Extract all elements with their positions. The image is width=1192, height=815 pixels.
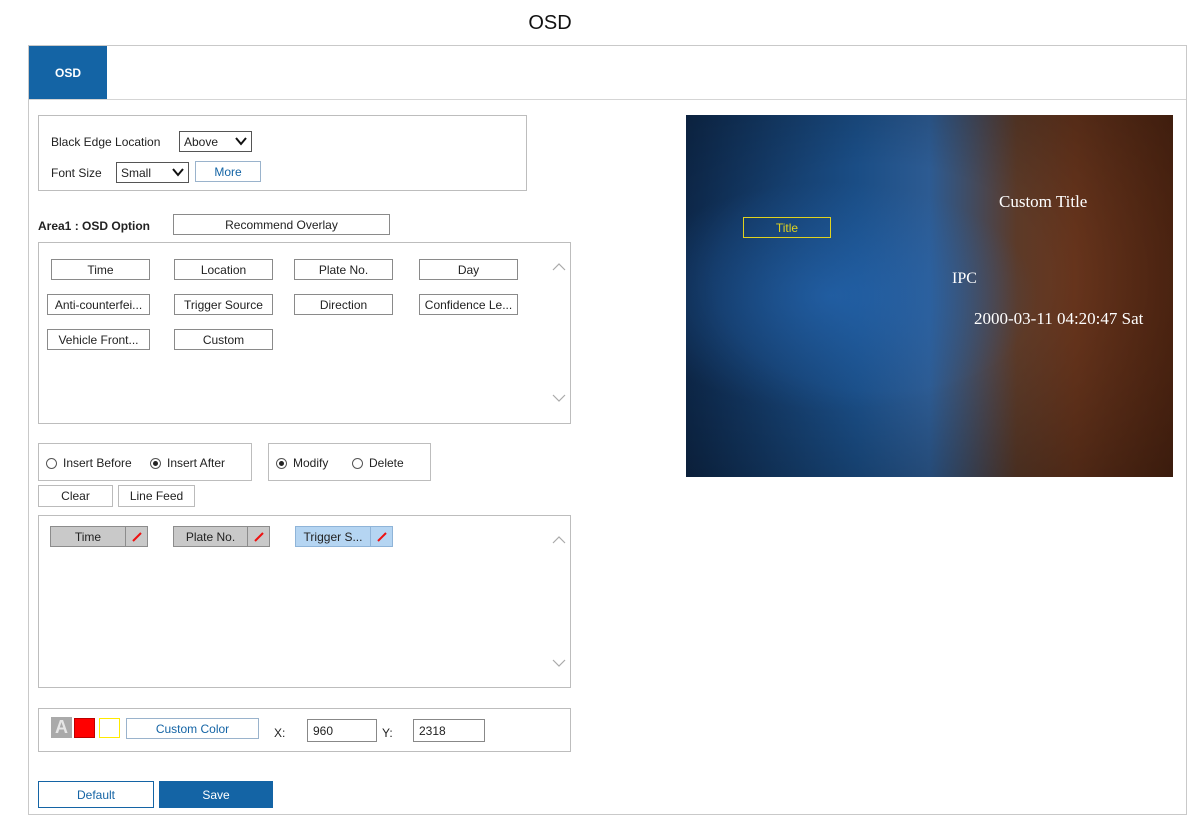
chevron-down-icon [172,168,184,177]
font-color-swatch[interactable] [74,718,95,738]
insert-before-radio[interactable]: Insert Before [46,456,132,470]
preview-title-box[interactable]: Title [743,217,831,238]
clear-button[interactable]: Clear [38,485,113,507]
font-size-select[interactable]: Small [116,162,189,183]
selected-item-label: Trigger S... [295,526,371,547]
selected-item-label: Plate No. [173,526,248,547]
preview-datetime: 2000-03-11 04:20:47 Sat [974,309,1144,328]
custom-color-button[interactable]: Custom Color [126,718,259,739]
font-color-letter-icon[interactable]: A [51,717,72,738]
x-input[interactable]: 960 [307,719,377,742]
selected-item-active[interactable]: Trigger S... [295,526,393,547]
osd-option-plate-no[interactable]: Plate No. [294,259,393,280]
preview-vignette [686,115,1173,477]
scroll-down-icon[interactable] [552,659,566,668]
black-edge-label: Black Edge Location [51,135,161,149]
chevron-down-icon [235,137,247,146]
osd-option-trigger-source[interactable]: Trigger Source [174,294,273,315]
radio-circle [352,457,363,469]
osd-option-confidence-level[interactable]: Confidence Le... [419,294,518,315]
preview-ipc: IPC [952,270,977,287]
save-button[interactable]: Save [159,781,273,808]
background-color-swatch[interactable] [99,718,120,738]
pencil-icon[interactable] [126,526,148,547]
area-label: Area1 : OSD Option [38,219,151,233]
pencil-icon[interactable] [371,526,393,547]
recommend-overlay-button[interactable]: Recommend Overlay [173,214,390,235]
selected-item-label: Time [50,526,126,547]
line-feed-button[interactable]: Line Feed [118,485,195,507]
modify-radio[interactable]: Modify [276,456,328,470]
y-input[interactable]: 2318 [413,719,485,742]
insert-after-label: Insert After [167,456,226,470]
radio-circle [46,457,57,469]
video-preview[interactable]: Title Custom Title IPC 2000-03-11 04:20:… [686,115,1173,477]
scroll-up-icon[interactable] [552,535,566,544]
radio-circle-selected [150,457,161,469]
osd-option-direction[interactable]: Direction [294,294,393,315]
insert-before-label: Insert Before [63,456,132,470]
page-title: OSD [528,12,572,34]
preview-custom-title: Custom Title [999,192,1088,211]
osd-option-location[interactable]: Location [174,259,273,280]
modify-label: Modify [293,456,329,470]
default-button[interactable]: Default [38,781,154,808]
y-label: Y: [382,726,393,740]
pencil-icon[interactable] [248,526,270,547]
font-size-label: Font Size [51,166,102,180]
scroll-down-icon[interactable] [552,394,566,403]
x-label: X: [274,726,286,740]
delete-radio[interactable]: Delete [352,456,404,470]
osd-option-day[interactable]: Day [419,259,518,280]
radio-circle-selected [276,457,287,469]
insert-after-radio[interactable]: Insert After [150,456,225,470]
osd-option-custom[interactable]: Custom [174,329,273,350]
osd-option-vehicle-front[interactable]: Vehicle Front... [47,329,150,350]
delete-label: Delete [369,456,404,470]
selected-item[interactable]: Time [50,526,148,547]
osd-option-time[interactable]: Time [51,259,150,280]
scroll-up-icon[interactable] [552,262,566,271]
more-button[interactable]: More [195,161,261,182]
display-settings-box [38,115,527,191]
black-edge-select[interactable]: Above [179,131,252,152]
selected-item[interactable]: Plate No. [173,526,270,547]
tab-bar: OSD [29,46,1186,100]
font-size-value: Small [121,165,152,180]
black-edge-value: Above [184,134,219,149]
osd-option-anti-counterfeit[interactable]: Anti-counterfei... [47,294,150,315]
tab-osd[interactable]: OSD [29,46,107,99]
